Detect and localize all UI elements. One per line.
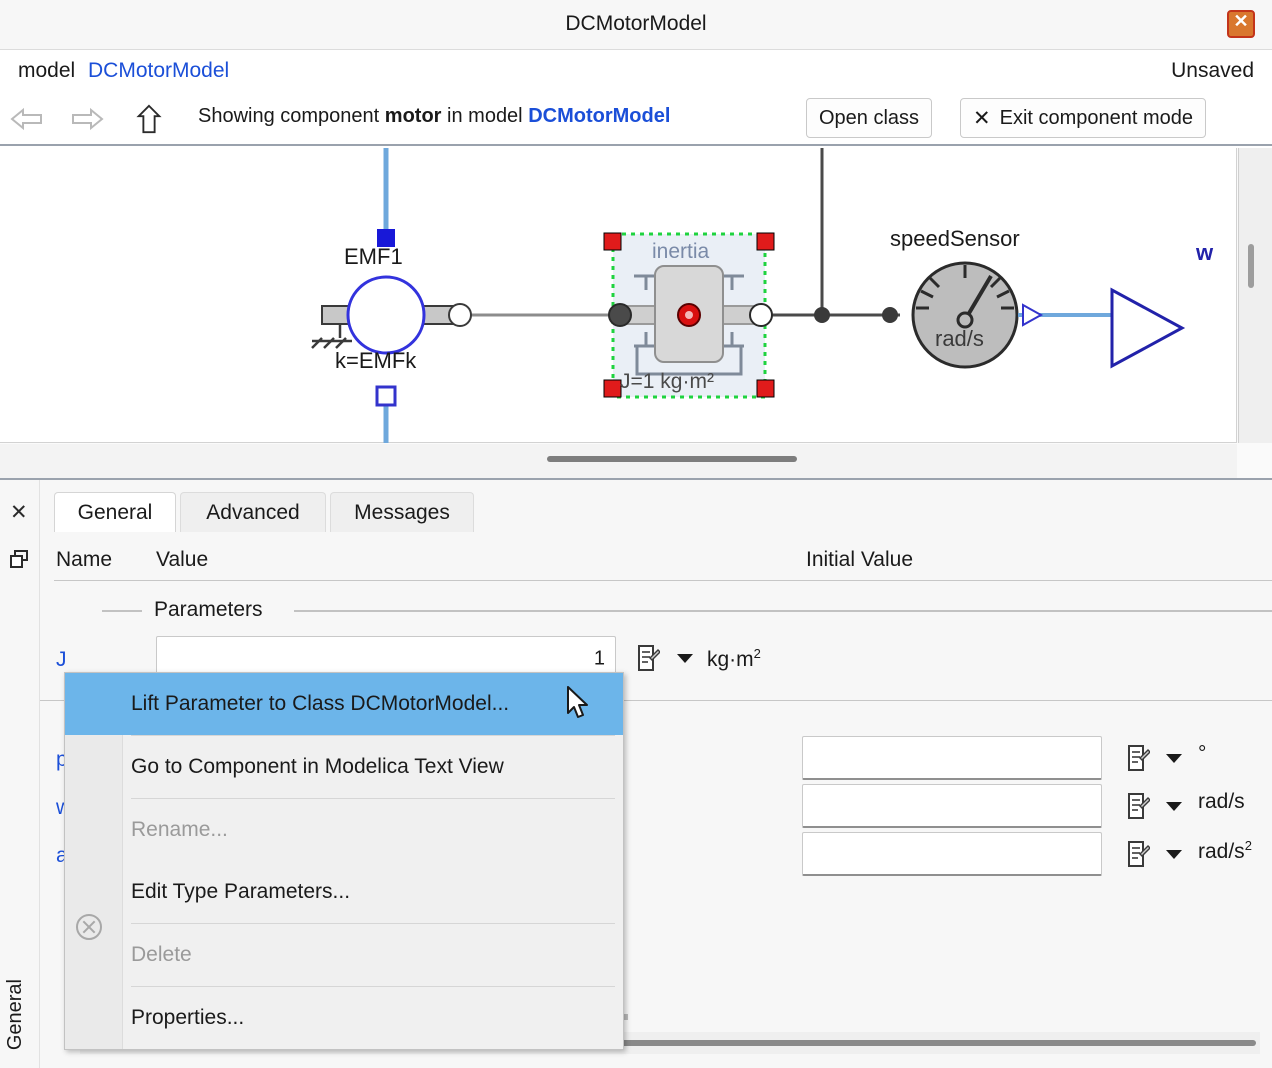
context-menu-item-go-to-component-label: Go to Component in Modelica Text View [131,755,504,778]
param-row-phi-initial-input[interactable] [802,736,1102,780]
context-menu-item-delete: Delete [65,924,623,986]
undock-icon[interactable] [10,550,28,568]
context-menu-item-go-to-component[interactable]: Go to Component in Modelica Text View [65,736,623,798]
context-menu[interactable]: Lift Parameter to Class DCMotorModel... … [64,672,624,1050]
emf-component-label: EMF1 [344,244,403,269]
tab-messages[interactable]: Messages [330,492,474,532]
x-icon: ✕ [973,106,991,130]
model-keyword: model [18,59,76,82]
output-port-label: w [1196,240,1214,265]
showing-prefix: Showing component [198,105,380,127]
mouse-pointer-icon [566,686,592,722]
param-row-a-unit: rad/s2 [1198,838,1252,863]
context-menu-item-properties-label: Properties... [131,1006,245,1029]
panel-vertical-label: General [4,978,26,1050]
panel-tabstrip: General Advanced Messages [40,492,1272,532]
column-header-divider [54,580,1272,581]
diagram-view[interactable]: EMF1 k=EMFk inertia J=1 kg·m² speedSenso… [0,148,1272,478]
param-row-w-initial-input[interactable] [802,784,1102,828]
component-mode-toolbar: Showing component motor in model DCMotor… [0,94,1272,146]
window-title-bar: DCMotorModel ✕ [0,0,1272,50]
diagram-horizontal-scrollbar-thumb[interactable] [547,456,797,462]
column-header-value: Value [156,548,209,571]
edit-note-icon[interactable] [636,644,661,672]
edit-note-icon[interactable] [1126,744,1151,772]
tab-advanced[interactable]: Advanced [180,492,326,532]
speed-sensor-label: speedSensor [890,226,1020,251]
diagram-svg [311,148,1186,443]
panel-side-rail: ✕ General [0,480,40,1068]
arrow-up-icon[interactable] [132,104,166,134]
diagram-vertical-scrollbar-thumb[interactable] [1248,244,1254,288]
inertia-component-label: inertia [652,240,710,263]
context-menu-item-delete-label: Delete [131,943,192,966]
param-row-J-name[interactable]: J [56,648,67,672]
close-window-button[interactable]: ✕ [1227,10,1255,38]
context-menu-item-properties[interactable]: Properties... [65,987,623,1049]
context-menu-item-edit-type-parameters-label: Edit Type Parameters... [131,880,351,903]
param-row-a-initial-input[interactable] [802,832,1102,876]
delete-circle-icon [76,914,102,940]
column-header-initial-value: Initial Value [806,548,914,571]
chevron-down-icon[interactable] [677,654,693,663]
context-menu-item-lift-parameter[interactable]: Lift Parameter to Class DCMotorModel... [65,673,623,735]
tab-advanced-label: Advanced [206,500,300,524]
arrow-left-icon[interactable] [10,104,44,134]
arrow-right-icon[interactable] [70,104,104,134]
inertia-parameter-label: J=1 kg·m² [620,370,714,393]
column-headers: Name Value Initial Value [40,540,1272,582]
tab-messages-label: Messages [354,500,450,524]
param-row-J-value-text: 1 [593,647,605,669]
param-row-J-unit: kg·m2 [707,646,761,671]
context-menu-item-rename-label: Rename... [131,818,228,841]
param-row-phi-unit: ° [1198,742,1207,765]
model-name-link[interactable]: DCMotorModel [88,59,229,83]
open-class-label: Open class [819,106,920,129]
diagram-vertical-scrollbar-track[interactable] [1238,148,1272,443]
chevron-down-icon[interactable] [1166,850,1182,859]
parameters-group-label: Parameters [150,598,267,622]
edit-note-icon[interactable] [1126,792,1151,820]
showing-component-text: Showing component motor in model DCMotor… [198,105,670,128]
showing-middle: in model [447,105,523,127]
window-title: DCMotorModel [565,12,707,35]
group-rule-left [102,610,142,612]
context-menu-item-edit-type-parameters[interactable]: Edit Type Parameters... [65,861,623,923]
context-menu-item-lift-parameter-label: Lift Parameter to Class DCMotorModel... [131,692,510,715]
showing-component-name: motor [384,105,442,127]
open-class-button[interactable]: Open class [806,98,933,138]
close-icon[interactable]: ✕ [10,502,28,523]
model-info-bar: model DCMotorModel Unsaved [0,50,1272,94]
emf-parameter-label: k=EMFk [335,348,417,373]
exit-component-mode-label: Exit component mode [999,106,1194,129]
context-menu-item-rename: Rename... [65,799,623,861]
exit-component-mode-button[interactable]: ✕ Exit component mode [960,98,1207,138]
column-header-name: Name [56,548,113,571]
close-icon: ✕ [1233,11,1249,31]
showing-model-name: DCMotorModel [528,105,671,127]
tab-general[interactable]: General [54,492,176,532]
edit-note-icon[interactable] [1126,840,1151,868]
chevron-down-icon[interactable] [1166,802,1182,811]
speed-sensor-unit-label: rad/s [935,326,984,351]
save-status: Unsaved [1171,59,1254,82]
param-row-w-unit: rad/s [1198,790,1245,813]
group-rule-right [294,610,1272,612]
tab-general-label: General [77,500,153,524]
diagram-canvas[interactable]: EMF1 k=EMFk inertia J=1 kg·m² speedSenso… [0,148,1237,443]
chevron-down-icon[interactable] [1166,754,1182,763]
